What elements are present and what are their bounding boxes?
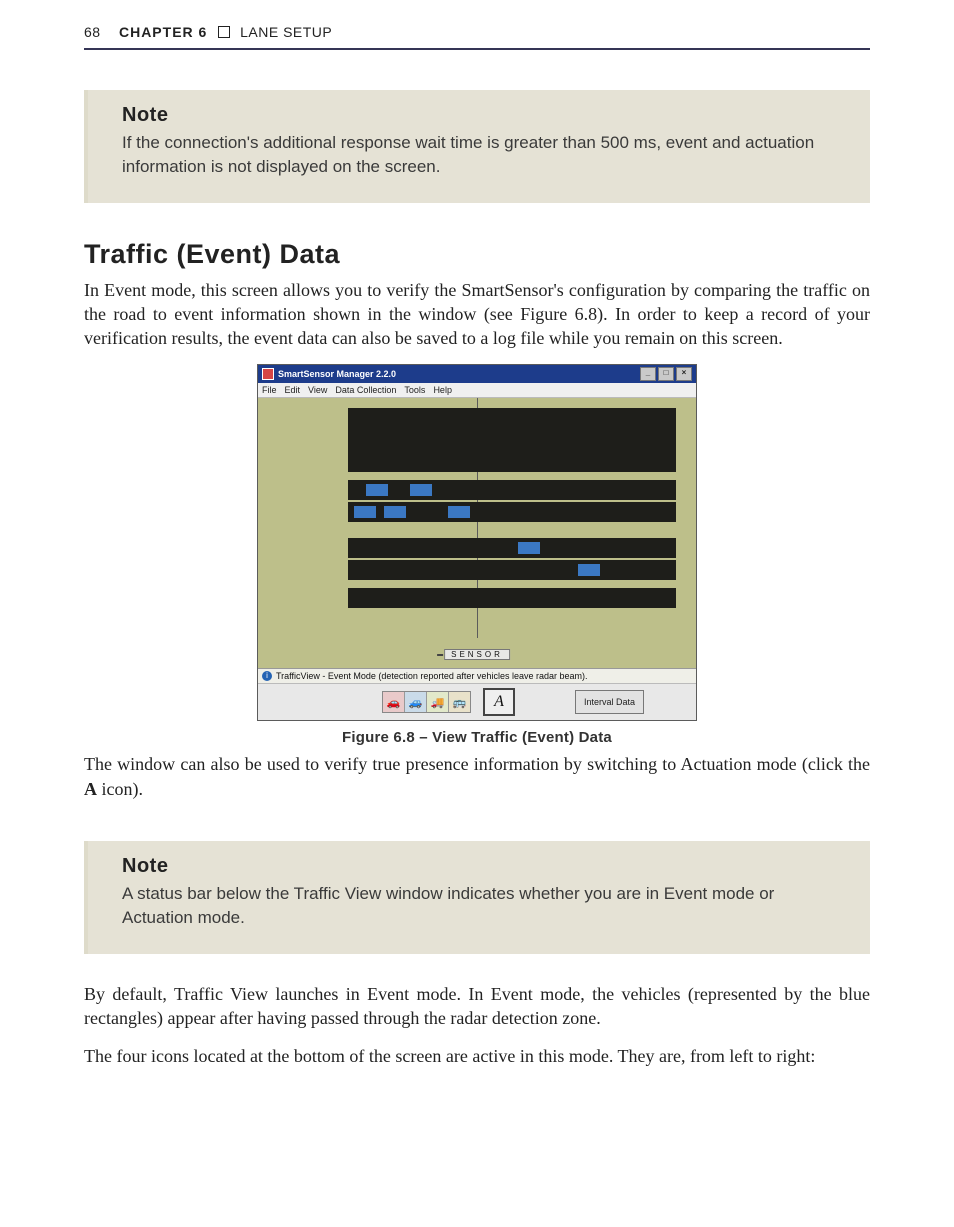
vehicle-icon bbox=[410, 484, 432, 496]
vehicle-icon-cluster: 🚗 🚙 🚚 🚌 bbox=[382, 691, 471, 713]
status-bar: i TrafficView - Event Mode (detection re… bbox=[258, 668, 696, 683]
app-icon bbox=[262, 368, 274, 380]
vehicle-icon bbox=[578, 564, 600, 576]
car-blue-icon[interactable]: 🚙 bbox=[405, 692, 427, 712]
para-four-icons: The four icons located at the bottom of … bbox=[84, 1044, 870, 1068]
bus-icon[interactable]: 🚌 bbox=[449, 692, 470, 712]
menu-tools[interactable]: Tools bbox=[404, 385, 425, 395]
traffic-view-canvas: SENSOR bbox=[258, 398, 696, 668]
vehicle-icon bbox=[518, 542, 540, 554]
menu-file[interactable]: File bbox=[262, 385, 277, 395]
menu-view[interactable]: View bbox=[308, 385, 327, 395]
lane-3 bbox=[348, 480, 676, 500]
note-box-2: Note A status bar below the Traffic View… bbox=[84, 841, 870, 954]
toolbar: 🚗 🚙 🚚 🚌 A Interval Data bbox=[258, 683, 696, 720]
lane-5 bbox=[348, 538, 676, 558]
app-window: SmartSensor Manager 2.2.0 _ □ × File Edi… bbox=[257, 364, 697, 721]
mode-letter: A bbox=[494, 693, 504, 711]
menu-data-collection[interactable]: Data Collection bbox=[335, 385, 396, 395]
page-header: 68 CHAPTER 6 LANE SETUP bbox=[84, 24, 870, 46]
note-body: If the connection's additional response … bbox=[122, 131, 836, 179]
section-para1: In Event mode, this screen allows you to… bbox=[84, 278, 870, 351]
para-default-mode: By default, Traffic View launches in Eve… bbox=[84, 982, 870, 1031]
menu-edit[interactable]: Edit bbox=[285, 385, 301, 395]
titlebar: SmartSensor Manager 2.2.0 _ □ × bbox=[258, 365, 696, 383]
sensor-label: SENSOR bbox=[444, 649, 510, 660]
vehicle-icon bbox=[384, 506, 406, 518]
lane-7 bbox=[348, 588, 676, 608]
figure-6-8: SmartSensor Manager 2.2.0 _ □ × File Edi… bbox=[257, 364, 697, 746]
minimize-button[interactable]: _ bbox=[640, 367, 656, 381]
note-title: Note bbox=[122, 855, 836, 878]
vehicle-icon bbox=[448, 506, 470, 518]
app-title: SmartSensor Manager 2.2.0 bbox=[278, 369, 396, 379]
info-icon: i bbox=[262, 671, 272, 681]
vehicle-icon bbox=[354, 506, 376, 518]
note-box-1: Note If the connection's additional resp… bbox=[84, 90, 870, 203]
section-title: Traffic (Event) Data bbox=[84, 239, 870, 270]
page-number: 68 bbox=[84, 24, 101, 40]
status-text: TrafficView - Event Mode (detection repo… bbox=[276, 671, 587, 681]
para-actuation: The window can also be used to verify tr… bbox=[84, 752, 870, 801]
lane-group-top bbox=[348, 408, 676, 472]
car-red-icon[interactable]: 🚗 bbox=[383, 692, 405, 712]
maximize-button[interactable]: □ bbox=[658, 367, 674, 381]
actuation-mode-button[interactable]: A bbox=[483, 688, 515, 716]
truck-icon[interactable]: 🚚 bbox=[427, 692, 449, 712]
close-button[interactable]: × bbox=[676, 367, 692, 381]
menu-help[interactable]: Help bbox=[433, 385, 452, 395]
vehicle-icon bbox=[366, 484, 388, 496]
square-separator-icon bbox=[218, 26, 230, 38]
header-rule bbox=[84, 48, 870, 50]
note-title: Note bbox=[122, 104, 836, 127]
lane-6 bbox=[348, 560, 676, 580]
menubar: File Edit View Data Collection Tools Hel… bbox=[258, 383, 696, 398]
lane-4 bbox=[348, 502, 676, 522]
figure-caption: Figure 6.8 – View Traffic (Event) Data bbox=[257, 729, 697, 746]
a-icon-bold: A bbox=[84, 779, 97, 799]
interval-data-button[interactable]: Interval Data bbox=[575, 690, 644, 714]
note-body: A status bar below the Traffic View wind… bbox=[122, 882, 836, 930]
section-label: LANE SETUP bbox=[240, 24, 332, 40]
chapter-label: CHAPTER 6 bbox=[119, 24, 207, 40]
